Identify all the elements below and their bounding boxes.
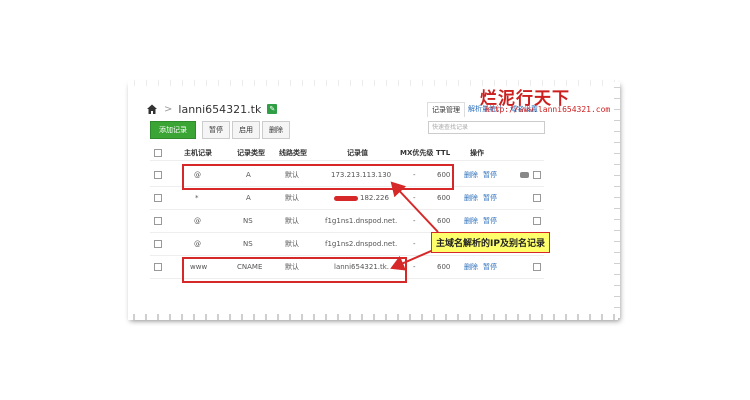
arrow-to-a-record [390,181,439,233]
annotation-arrows [390,181,439,271]
annotation-callout: 主域名解析的IP及别名记录 [431,232,550,253]
